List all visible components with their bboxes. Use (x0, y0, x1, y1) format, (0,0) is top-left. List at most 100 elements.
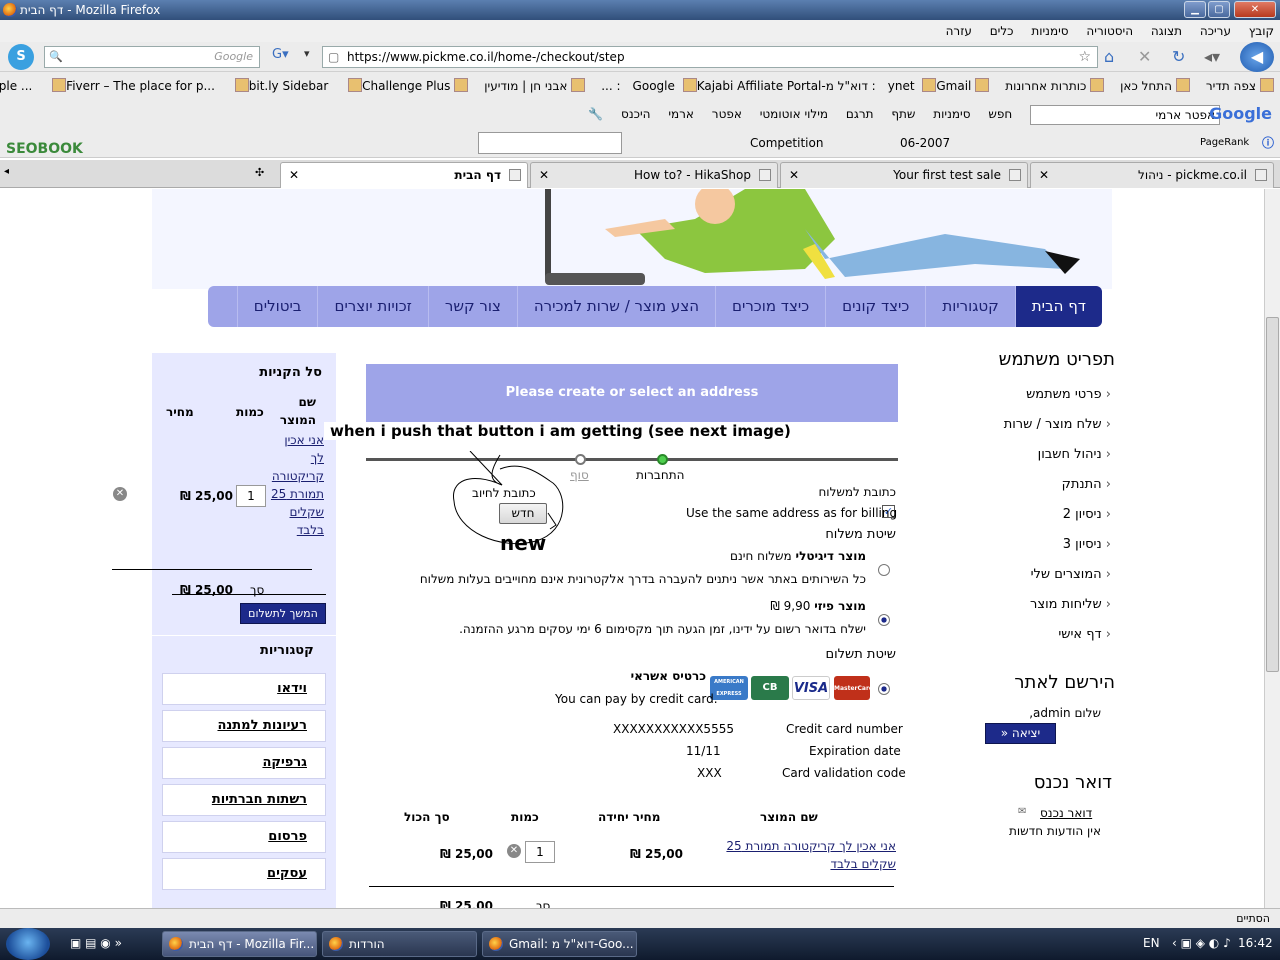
category-video[interactable]: וידאו (162, 673, 326, 705)
forward-icon[interactable]: ◂▾ (1204, 47, 1220, 66)
nav-cancellations[interactable]: ביטולים (236, 286, 318, 327)
toolbar-autofill-button[interactable]: מילוי אוטומטי (760, 107, 828, 121)
bookmark-item[interactable]: אבני חן | מודיעין (484, 79, 585, 93)
tab-scroll-left-icon[interactable]: ◂ (4, 166, 9, 177)
bookmark-star-icon[interactable]: ☆ (1078, 47, 1091, 67)
new-address-button[interactable]: חדש (499, 503, 547, 524)
google-search-engine-icon[interactable]: G▾ (272, 47, 289, 62)
tab-list-icon[interactable]: ✣ (255, 166, 264, 179)
menu-view[interactable]: תצוגה (1151, 24, 1182, 38)
menu-file[interactable]: קובץ (1249, 24, 1274, 38)
user-menu-logout[interactable]: התנתק (975, 470, 1115, 500)
info-icon[interactable]: ⓘ (1262, 128, 1274, 158)
user-menu-my-products[interactable]: המוצרים שלי (975, 560, 1115, 590)
close-tab-icon[interactable]: ✕ (789, 163, 799, 187)
maximize-icon[interactable]: ▢ (1208, 1, 1230, 18)
tab-home[interactable]: ✕ דף הבית (280, 162, 528, 188)
user-menu-personal-page[interactable]: דף אישי (975, 620, 1115, 650)
minimize-icon[interactable]: ▁ (1184, 1, 1206, 18)
toolbar-bookmarks-button[interactable]: סימניות (933, 107, 970, 121)
wrench-icon[interactable]: 🔧 (588, 107, 603, 121)
menu-history[interactable]: היסטוריה (1086, 24, 1133, 38)
close-tab-icon[interactable]: ✕ (1039, 163, 1049, 187)
bookmark-item[interactable]: כותרות אחרונות (1005, 79, 1104, 93)
nav-how-to-sell[interactable]: כיצד מוכרים (715, 286, 825, 327)
summary-remove-icon[interactable]: ✕ (507, 844, 521, 858)
toolbar-search-button[interactable]: חפש (988, 107, 1012, 121)
cart-qty-input[interactable]: 1 (236, 485, 266, 507)
start-button[interactable] (6, 928, 50, 960)
inbox-link[interactable]: דואר נכנס (1040, 806, 1092, 820)
user-menu-details[interactable]: פרטי משתמש (975, 380, 1115, 410)
bookmark-item[interactable]: Challenge Plus (344, 79, 450, 93)
nav-how-to-buy[interactable]: כיצד קונים (825, 286, 925, 327)
bookmark-item[interactable]: צפה תדיר (1206, 79, 1274, 93)
bookmark-item[interactable]: Fiverr – The place for p... (48, 79, 215, 93)
cart-item-link[interactable]: אני אכין לך קריקטורה תמורת 25 שקלים בלבד (268, 431, 324, 539)
scrollbar-thumb[interactable] (1266, 317, 1279, 672)
logout-button[interactable]: יציאה « (985, 723, 1056, 744)
dropdown-icon[interactable]: ▾ (304, 47, 310, 60)
cc-number-value[interactable]: XXXXXXXXXXX5555 (613, 722, 734, 736)
summary-item-link[interactable]: אני אכין לך קריקטורה תמורת 25 שקלים בלבד (706, 837, 896, 873)
url-bar[interactable]: ▢ https://www.pickme.co.il/home-/checkou… (322, 46, 1098, 68)
category-advertising[interactable]: פרסום (162, 821, 326, 853)
stop-icon[interactable]: ✕ (1138, 47, 1151, 66)
menu-bookmarks[interactable]: סימניות (1031, 24, 1068, 38)
seo-toolbar-input[interactable] (478, 132, 622, 154)
bookmark-item[interactable]: bit.ly Sidebar (231, 79, 329, 93)
tab-test-sale[interactable]: ✕ Your first test sale (780, 162, 1028, 188)
close-window-icon[interactable]: ✕ (1234, 1, 1276, 18)
nav-home[interactable]: דף הבית (1014, 286, 1102, 327)
nav-offer-product[interactable]: הצע מוצר / שרות למכירה (516, 286, 715, 327)
menu-edit[interactable]: עריכה (1200, 24, 1231, 38)
skype-icon[interactable]: S (8, 44, 34, 70)
task-gmail[interactable]: Gmail: דוא"ל מ-Goo... (482, 931, 637, 957)
task-downloads[interactable]: הורדות (322, 931, 477, 957)
close-tab-icon[interactable]: ✕ (289, 163, 299, 187)
toolbar-share-button[interactable]: שתף (891, 107, 915, 121)
menu-tools[interactable]: כלים (990, 24, 1014, 38)
toolbar-item[interactable]: אפטר (712, 107, 742, 121)
shipping-digital-radio[interactable] (878, 564, 890, 576)
user-menu-test3[interactable]: ניסיון 3 (975, 530, 1115, 560)
competition-menu[interactable]: Competition (750, 128, 823, 158)
ship2-name: מוצר פיזי (814, 599, 866, 613)
category-graphics[interactable]: גרפיקה (162, 747, 326, 779)
nav-contact[interactable]: צור קשר (427, 286, 517, 327)
toolbar-signin-button[interactable]: היכנס (621, 107, 650, 121)
search-input[interactable]: Google 🔍 (44, 46, 260, 68)
continue-to-payment-button[interactable]: המשך לתשלום (240, 603, 326, 624)
category-gift-ideas[interactable]: רעיונות למתנה (162, 710, 326, 742)
toolbar-translate-button[interactable]: תרגם (846, 107, 874, 121)
summary-qty-input[interactable]: 1 (525, 841, 555, 863)
page-scrollbar[interactable] (1264, 189, 1280, 908)
user-menu-test2[interactable]: ניסיון 2 (975, 500, 1115, 530)
user-menu-account[interactable]: ניהול חשבון (975, 440, 1115, 470)
bookmark-item[interactable]: התחל כאן (1120, 79, 1190, 93)
quicklaunch-icons[interactable]: ▣ ▤ ◉ » (70, 936, 122, 950)
category-business[interactable]: עסקים (162, 858, 326, 890)
home-icon[interactable]: ⌂ (1104, 47, 1114, 66)
user-menu-send-product[interactable]: שלח מוצר / שרות (975, 410, 1115, 440)
task-firefox-home[interactable]: דף הבית - Mozilla Fir... (162, 931, 317, 957)
language-indicator[interactable]: EN (1143, 936, 1160, 950)
tab-hikashop[interactable]: ✕ How to? - HikaShop (530, 162, 778, 188)
close-tab-icon[interactable]: ✕ (539, 163, 549, 187)
cvv-value[interactable]: XXX (697, 766, 722, 780)
category-social-networks[interactable]: רשתות חברתיות (162, 784, 326, 816)
back-icon[interactable]: ◀ (1240, 42, 1274, 72)
cart-remove-icon[interactable]: ✕ (113, 487, 127, 501)
payment-credit-card-radio[interactable] (878, 683, 890, 695)
nav-copyright[interactable]: זכויות יוצרים (317, 286, 427, 327)
tab-pickme-admin[interactable]: ✕ ניהול - pickme.co.il (1030, 162, 1274, 188)
google-toolbar-search-input[interactable]: אפטר ארמי (1030, 104, 1220, 125)
menu-help[interactable]: עזרה (946, 24, 972, 38)
nav-categories[interactable]: קטגוריות (925, 286, 1014, 327)
shipping-physical-radio[interactable] (878, 614, 890, 626)
user-menu-product-delivery[interactable]: שליחות מוצר (975, 590, 1115, 620)
toolbar-item[interactable]: ארמי (668, 107, 694, 121)
tray-icons[interactable]: ‹ ▣ ◈ ◐ ♪ (1172, 936, 1231, 950)
expiration-value[interactable]: 11/11 (686, 744, 721, 758)
reload-icon[interactable]: ↻ (1172, 47, 1185, 66)
